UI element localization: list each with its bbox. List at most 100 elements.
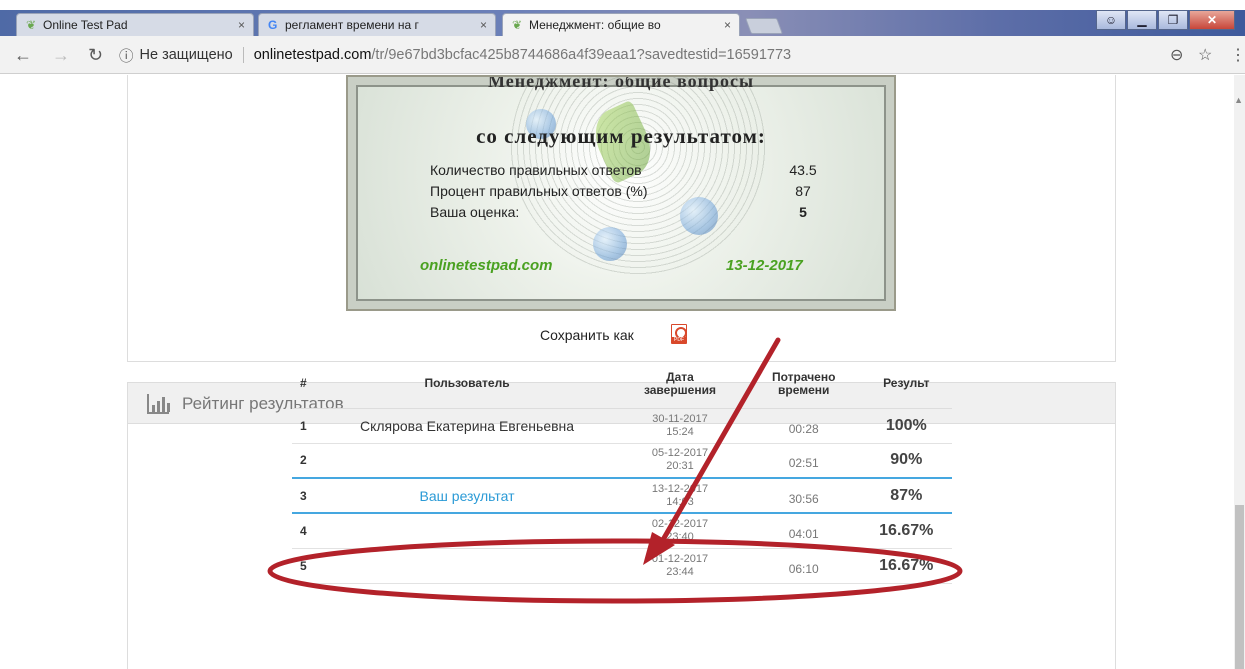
row-spent: 00:28 [746, 408, 861, 444]
col-header-date-line1: Дата [666, 369, 694, 384]
table-row-own-result: 3 Ваш результат 13-12-2017 14:03 30:56 87… [292, 477, 952, 514]
row-spent: 04:01 [746, 513, 861, 549]
forward-arrow-icon[interactable]: → [52, 45, 70, 66]
col-header-spent-line1: Потрачено [771, 369, 836, 384]
your-result-link[interactable]: Ваш результат [320, 477, 614, 514]
row-user: Склярова Екатерина Евгеньевна [320, 408, 614, 444]
menu-icon[interactable]: ⋮ [1230, 45, 1245, 65]
save-as-label: Сохранить как [540, 327, 634, 343]
back-arrow-icon[interactable]: ← [14, 45, 32, 66]
browser-toolbar: ← → ↻ ⓘ Не защищено onlinetestpad.com/tr… [0, 36, 1245, 74]
row-num: 1 [292, 408, 321, 444]
row-date-day: 02-12-2017 [651, 517, 709, 530]
close-icon[interactable]: × [480, 18, 487, 32]
row-result: 90% [860, 443, 952, 479]
bar-chart-icon [147, 394, 170, 414]
row-user [320, 443, 614, 479]
url-path: /tr/9e67bd3bcfac425b8744686a4f39eaa1?sav… [371, 47, 792, 63]
google-favicon-icon: G [268, 18, 278, 32]
close-icon[interactable]: × [724, 18, 731, 32]
table-row: 4 02-12-2017 23:40 04:01 16.67% [292, 513, 952, 549]
tab-title: регламент времени на г [285, 18, 419, 32]
cert-value-percent: 87 [795, 183, 811, 199]
cert-value-correct-count: 43.5 [789, 162, 817, 178]
tab-management-test[interactable]: ❦ Менеджмент: общие во × [502, 13, 740, 36]
reload-icon[interactable]: ↻ [88, 45, 103, 66]
row-result: 16.67% [860, 548, 952, 584]
row-spent: 02:51 [746, 443, 861, 479]
document-heading-fragment [0, 0, 1245, 10]
pdf-icon-text: PDF [672, 337, 686, 343]
security-label[interactable]: Не защищено [140, 47, 244, 63]
col-header-user: Пользователь [320, 360, 614, 409]
browser-tab-strip: ❦ Online Test Pad × G регламент времени … [0, 10, 1245, 36]
certificate: Менеджмент: общие вопросы со следующим р… [346, 75, 896, 311]
maximize-icon[interactable]: ❐ [1158, 10, 1188, 30]
scroll-up-icon[interactable]: ▲ [1234, 95, 1243, 105]
col-header-spent: Потрачено времени [746, 360, 861, 409]
row-date: 05-12-2017 20:31 [613, 443, 747, 479]
row-date-time: 14:03 [666, 495, 694, 508]
certificate-title: Менеджмент: общие вопросы [487, 75, 755, 91]
col-header-result: Результ [860, 360, 952, 409]
cert-label-percent: Процент правильных ответов (%) [430, 183, 648, 199]
scroll-thumb[interactable] [1235, 505, 1244, 669]
bookmark-star-icon[interactable]: ☆ [1198, 45, 1212, 65]
row-result: 16.67% [860, 513, 952, 549]
table-row: 2 05-12-2017 20:31 02:51 90% [292, 443, 952, 479]
row-date-time: 23:40 [666, 530, 694, 543]
row-date: 13-12-2017 14:03 [613, 477, 747, 514]
row-date-day: 30-11-2017 [652, 412, 708, 425]
cert-label-grade: Ваша оценка: [430, 204, 520, 220]
row-spent: 30:56 [746, 477, 861, 514]
new-tab-button[interactable] [745, 18, 783, 34]
row-num: 3 [292, 477, 321, 514]
tab-title: Online Test Pad [43, 18, 128, 32]
row-date-time: 20:31 [666, 460, 694, 473]
vertical-scrollbar[interactable]: ▲ [1234, 75, 1245, 669]
cert-label-correct-count: Количество правильных ответов [430, 162, 642, 178]
table-row: 5 01-12-2017 23:44 06:10 16.67% [292, 548, 952, 584]
window-controls: ☺ ▁ ❐ ✕ [1095, 10, 1235, 30]
testpad-favicon-icon: ❦ [512, 18, 523, 32]
tab-online-test-pad[interactable]: ❦ Online Test Pad × [16, 13, 254, 36]
row-date-day: 01-12-2017 [651, 552, 709, 565]
decor-orb [680, 197, 718, 235]
cert-value-grade: 5 [799, 204, 807, 220]
address-bar[interactable]: ⓘ Не защищено onlinetestpad.com/tr/9e67b… [119, 42, 1239, 68]
tab-title: Менеджмент: общие во [529, 18, 661, 32]
window-close-icon[interactable]: ✕ [1189, 10, 1235, 30]
row-spent: 06:10 [746, 548, 861, 584]
zoom-icon[interactable]: ⊖ [1170, 45, 1183, 65]
col-header-date: Дата завершения [613, 360, 747, 409]
tab-google-search[interactable]: G регламент времени на г × [258, 13, 496, 36]
table-header-row: # Пользователь Дата завершения Потрачено в… [292, 360, 952, 409]
row-num: 2 [292, 443, 321, 479]
col-header-date-line2: завершения [643, 382, 716, 397]
row-date-time: 23:44 [666, 565, 694, 578]
row-user [320, 513, 614, 549]
table-row: 1 Склярова Екатерина Евгеньевна 30-11-20… [292, 408, 952, 444]
row-date-day: 13-12-2017 [651, 482, 709, 495]
row-user [320, 548, 614, 584]
cert-date: 13-12-2017 [726, 257, 803, 274]
row-date: 02-12-2017 23:40 [613, 513, 747, 549]
row-result: 100% [860, 408, 952, 444]
decor-orb [593, 227, 627, 261]
info-icon[interactable]: ⓘ [119, 45, 134, 66]
pdf-icon[interactable]: PDF [671, 324, 687, 344]
results-table: # Пользователь Дата завершения Потрачено в… [292, 360, 952, 584]
row-date: 30-11-2017 15:24 [613, 408, 747, 444]
row-num: 5 [292, 548, 321, 584]
col-header-num: # [292, 360, 321, 409]
testpad-favicon-icon: ❦ [26, 18, 37, 32]
cert-site: onlinetestpad.com [420, 257, 553, 274]
row-date-day: 05-12-2017 [651, 447, 709, 460]
profile-icon[interactable]: ☺ [1096, 10, 1126, 30]
row-num: 4 [292, 513, 321, 549]
document-heading-text [170, 0, 176, 10]
minimize-icon[interactable]: ▁ [1127, 10, 1157, 30]
close-icon[interactable]: × [238, 18, 245, 32]
certificate-heading: со следующим результатом: [476, 124, 766, 148]
col-header-spent-line2: времени [778, 382, 830, 397]
